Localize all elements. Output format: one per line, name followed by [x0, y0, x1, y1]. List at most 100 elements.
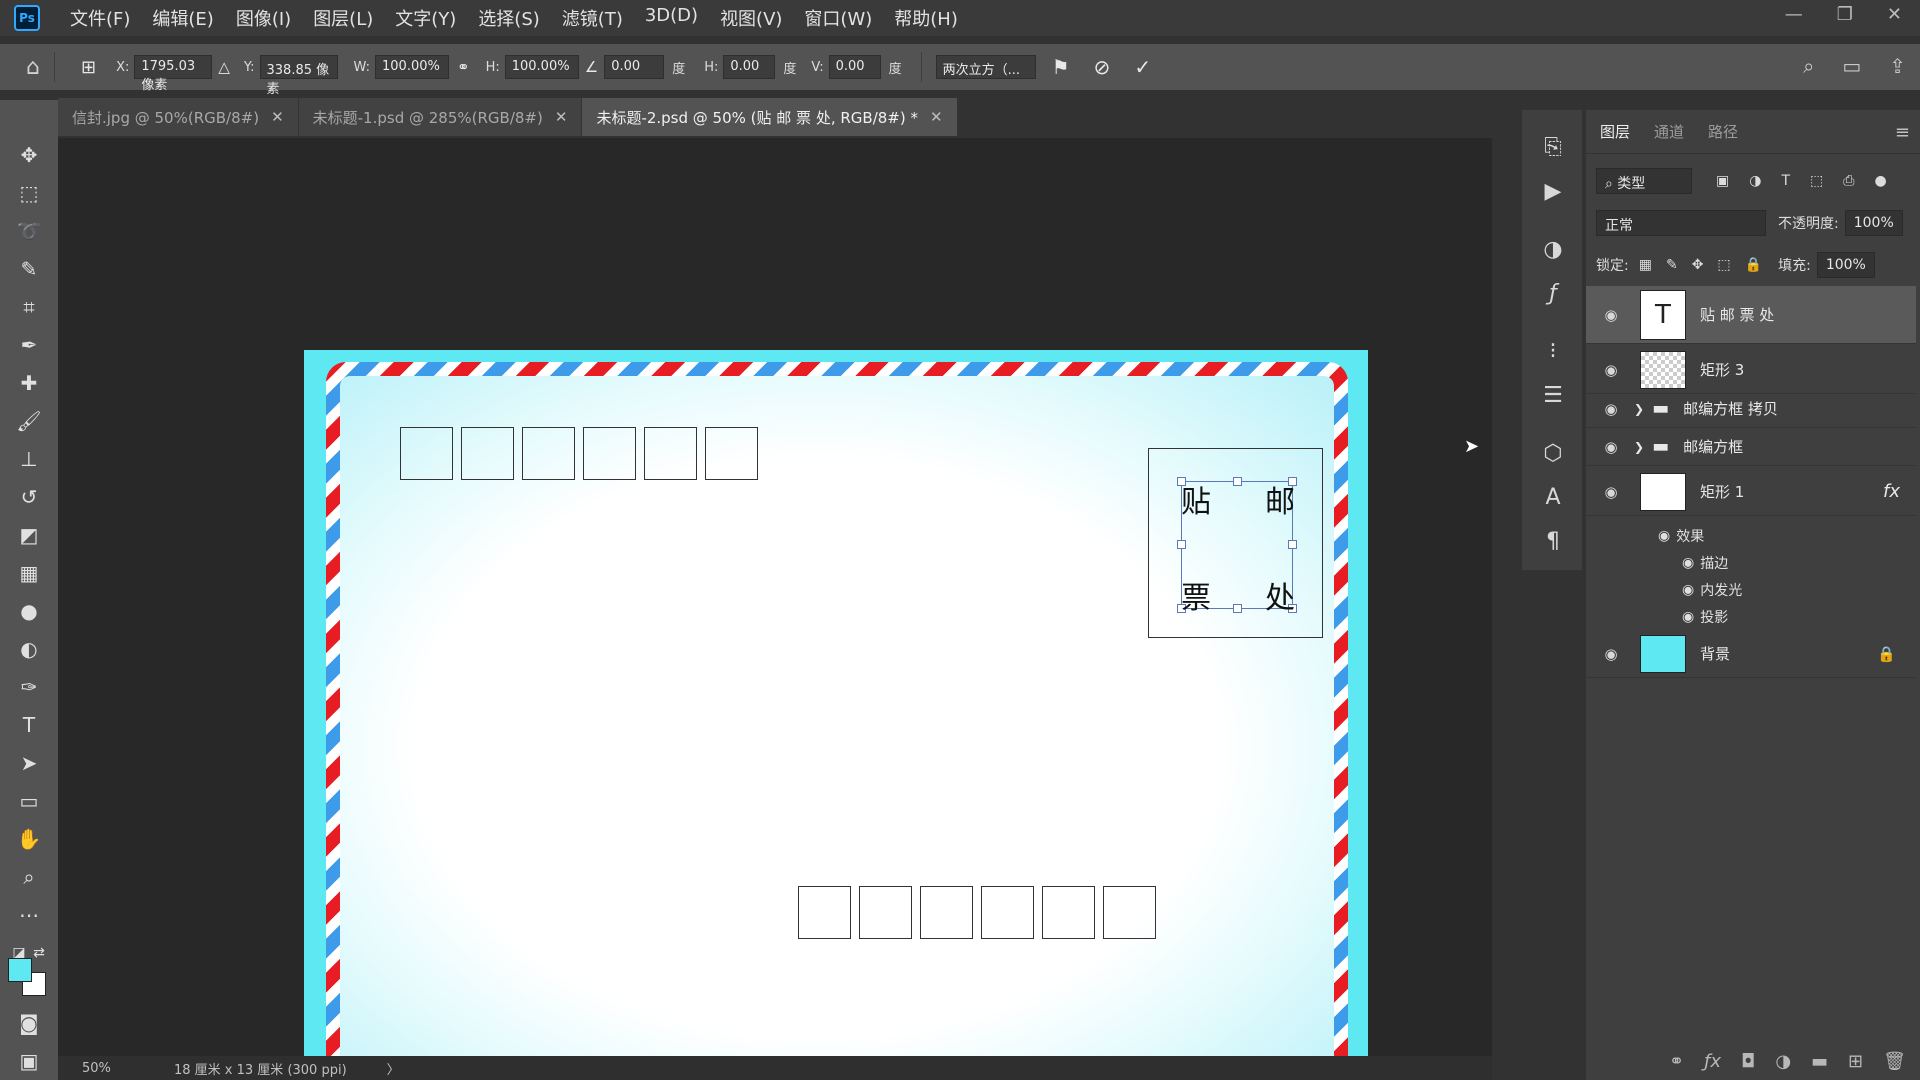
panel-menu-icon[interactable]: ≡ — [1895, 122, 1910, 143]
y-input[interactable]: 338.85 像素 — [259, 55, 338, 97]
add-style-icon[interactable]: ƒx — [1704, 1051, 1721, 1072]
warp-mode-icon[interactable]: ⚑ — [1052, 55, 1070, 79]
document-canvas[interactable]: 贴 邮 票 处 — [304, 350, 1368, 1080]
visibility-eye-icon[interactable]: ◉ — [1600, 400, 1622, 418]
menu-layer[interactable]: 图层(L) — [313, 5, 373, 31]
new-layer-icon[interactable]: ⊞ — [1848, 1051, 1863, 1072]
screen-mode-icon[interactable]: ▣ — [16, 1048, 42, 1074]
menu-view[interactable]: 视图(V) — [720, 5, 782, 31]
quick-mask-icon[interactable]: ◙ — [16, 1010, 42, 1036]
adjustments-icon[interactable]: ◑ — [1540, 236, 1566, 262]
foreground-color-swatch[interactable] — [8, 958, 32, 982]
link-layers-icon[interactable]: ⚭ — [1669, 1051, 1684, 1072]
tab-untitled-1[interactable]: 未标题-1.psd @ 285%(RGB/8#) ✕ — [298, 98, 583, 136]
width-input[interactable]: 100.00% — [375, 55, 449, 79]
lasso-tool-icon[interactable]: ➰ — [16, 218, 42, 244]
lock-all-icon[interactable]: 🔒 — [1745, 257, 1762, 273]
new-group-icon[interactable]: ▬ — [1811, 1051, 1828, 1072]
paragraph-icon[interactable]: ¶ — [1540, 528, 1566, 554]
transform-handle[interactable] — [1233, 604, 1242, 613]
history-icon[interactable]: ⎘ — [1540, 134, 1566, 160]
vskew-input[interactable]: 0.00 — [828, 55, 881, 79]
zoom-level[interactable]: 50% — [82, 1061, 162, 1076]
lock-artboard-icon[interactable]: ⬚ — [1717, 257, 1730, 273]
effect-inner-glow[interactable]: ◉ 内发光 — [1682, 580, 1742, 600]
gradient-tool-icon[interactable]: ▦ — [16, 560, 42, 586]
opacity-input[interactable]: 100% — [1844, 210, 1903, 236]
path-select-tool-icon[interactable]: ➤ — [16, 750, 42, 776]
brush-tool-icon[interactable]: 🖌 — [16, 408, 42, 434]
filter-toggle-icon[interactable]: ● — [1874, 173, 1886, 189]
type-tool-icon[interactable]: T — [16, 712, 42, 738]
quick-select-tool-icon[interactable]: ✎ — [16, 256, 42, 282]
hand-tool-icon[interactable]: ✋ — [16, 826, 42, 852]
home-icon[interactable]: ⌂ — [26, 55, 40, 80]
visibility-eye-icon[interactable]: ◉ — [1600, 483, 1622, 501]
search-icon[interactable]: ⌕ — [1803, 54, 1814, 78]
menu-3d[interactable]: 3D(D) — [645, 5, 698, 31]
close-tab-icon[interactable]: ✕ — [930, 108, 943, 126]
stamp-tool-icon[interactable]: ⊥ — [16, 446, 42, 472]
delete-layer-icon[interactable]: 🗑 — [1883, 1051, 1906, 1072]
expand-chevron-icon[interactable]: ❯ — [1634, 402, 1644, 416]
height-input[interactable]: 100.00% — [504, 55, 579, 79]
actions-play-icon[interactable]: ▶ — [1540, 178, 1566, 204]
commit-transform-icon[interactable]: ✓ — [1134, 55, 1151, 79]
filter-smart-object-icon[interactable]: ⎙ — [1843, 173, 1854, 189]
close-tab-icon[interactable]: ✕ — [271, 108, 284, 126]
new-adjustment-icon[interactable]: ◑ — [1775, 1051, 1791, 1072]
layer-group-postcode[interactable]: ◉ ❯ ▬ 邮编方框 — [1586, 428, 1916, 466]
styles-icon[interactable]: ƒ — [1540, 280, 1566, 306]
effect-drop-shadow[interactable]: ◉ 投影 — [1682, 607, 1728, 627]
history-brush-tool-icon[interactable]: ↺ — [16, 484, 42, 510]
canvas-area[interactable]: 贴 邮 票 处 ➤ — [58, 138, 1492, 1080]
visibility-eye-icon[interactable]: ◉ — [1682, 555, 1694, 571]
tab-envelope-jpg[interactable]: 信封.jpg @ 50%(RGB/8#) ✕ — [58, 98, 299, 136]
move-tool-icon[interactable]: ✥ — [16, 142, 42, 168]
effect-stroke[interactable]: ◉ 描边 — [1682, 553, 1728, 573]
zoom-tool-icon[interactable]: ⌕ — [16, 864, 42, 890]
visibility-eye-icon[interactable]: ◉ — [1600, 361, 1622, 379]
character-icon[interactable]: A — [1540, 484, 1566, 510]
add-mask-icon[interactable]: ◘ — [1741, 1051, 1755, 1072]
expand-chevron-icon[interactable]: ❯ — [1634, 440, 1644, 454]
dodge-tool-icon[interactable]: ◐ — [16, 636, 42, 662]
brush-settings-icon[interactable]: ⁝ — [1540, 338, 1566, 364]
filter-shape-icon[interactable]: ⬚ — [1810, 173, 1823, 189]
menu-select[interactable]: 选择(S) — [478, 5, 539, 31]
rectangle-tool-icon[interactable]: ▭ — [16, 788, 42, 814]
tab-untitled-2[interactable]: 未标题-2.psd @ 50% (贴 邮 票 处, RGB/8#) * ✕ — [582, 98, 958, 136]
tab-channels[interactable]: 通道 — [1654, 121, 1684, 142]
menu-edit[interactable]: 编辑(E) — [152, 5, 213, 31]
workspace-icon[interactable]: ▭ — [1842, 54, 1861, 78]
filter-type-icon[interactable]: T — [1781, 173, 1790, 189]
menu-type[interactable]: 文字(Y) — [395, 5, 456, 31]
hskew-input[interactable]: 0.00 — [723, 55, 776, 79]
interpolation-select[interactable]: 两次立方（... — [935, 55, 1036, 79]
menu-help[interactable]: 帮助(H) — [894, 5, 958, 31]
filter-adjustment-icon[interactable]: ◑ — [1749, 173, 1761, 189]
transform-handle[interactable] — [1288, 540, 1297, 549]
layer-group-postcode-copy[interactable]: ◉ ❯ ▬ 邮编方框 拷贝 — [1586, 390, 1916, 428]
close-tab-icon[interactable]: ✕ — [555, 108, 568, 126]
layer-background[interactable]: ◉ 背景 🔒 — [1586, 630, 1916, 678]
blur-tool-icon[interactable]: ● — [16, 598, 42, 624]
blend-mode-select[interactable]: 正常 — [1596, 210, 1766, 236]
close-window-button[interactable]: ✕ — [1887, 4, 1902, 25]
lock-pixels-icon[interactable]: ✎ — [1666, 257, 1678, 273]
3d-icon[interactable]: ⬡ — [1540, 440, 1566, 466]
cancel-transform-icon[interactable]: ⊘ — [1094, 55, 1111, 79]
menu-filter[interactable]: 滤镜(T) — [562, 5, 623, 31]
lock-position-icon[interactable]: ✥ — [1692, 257, 1704, 273]
fx-icon[interactable]: fx — [1883, 481, 1900, 502]
transform-handle[interactable] — [1233, 477, 1242, 486]
visibility-eye-icon[interactable]: ◉ — [1658, 528, 1670, 544]
more-tools-icon[interactable]: ⋯ — [16, 902, 42, 928]
visibility-eye-icon[interactable]: ◉ — [1682, 609, 1694, 625]
reference-point-icon[interactable]: ⊞ — [81, 57, 96, 78]
visibility-eye-icon[interactable]: ◉ — [1600, 645, 1622, 663]
share-icon[interactable]: ⇪ — [1889, 54, 1906, 78]
layer-rectangle-1[interactable]: ◉ 矩形 1 fx — [1586, 468, 1916, 516]
restore-button[interactable]: ❐ — [1837, 4, 1853, 25]
menu-window[interactable]: 窗口(W) — [804, 5, 872, 31]
